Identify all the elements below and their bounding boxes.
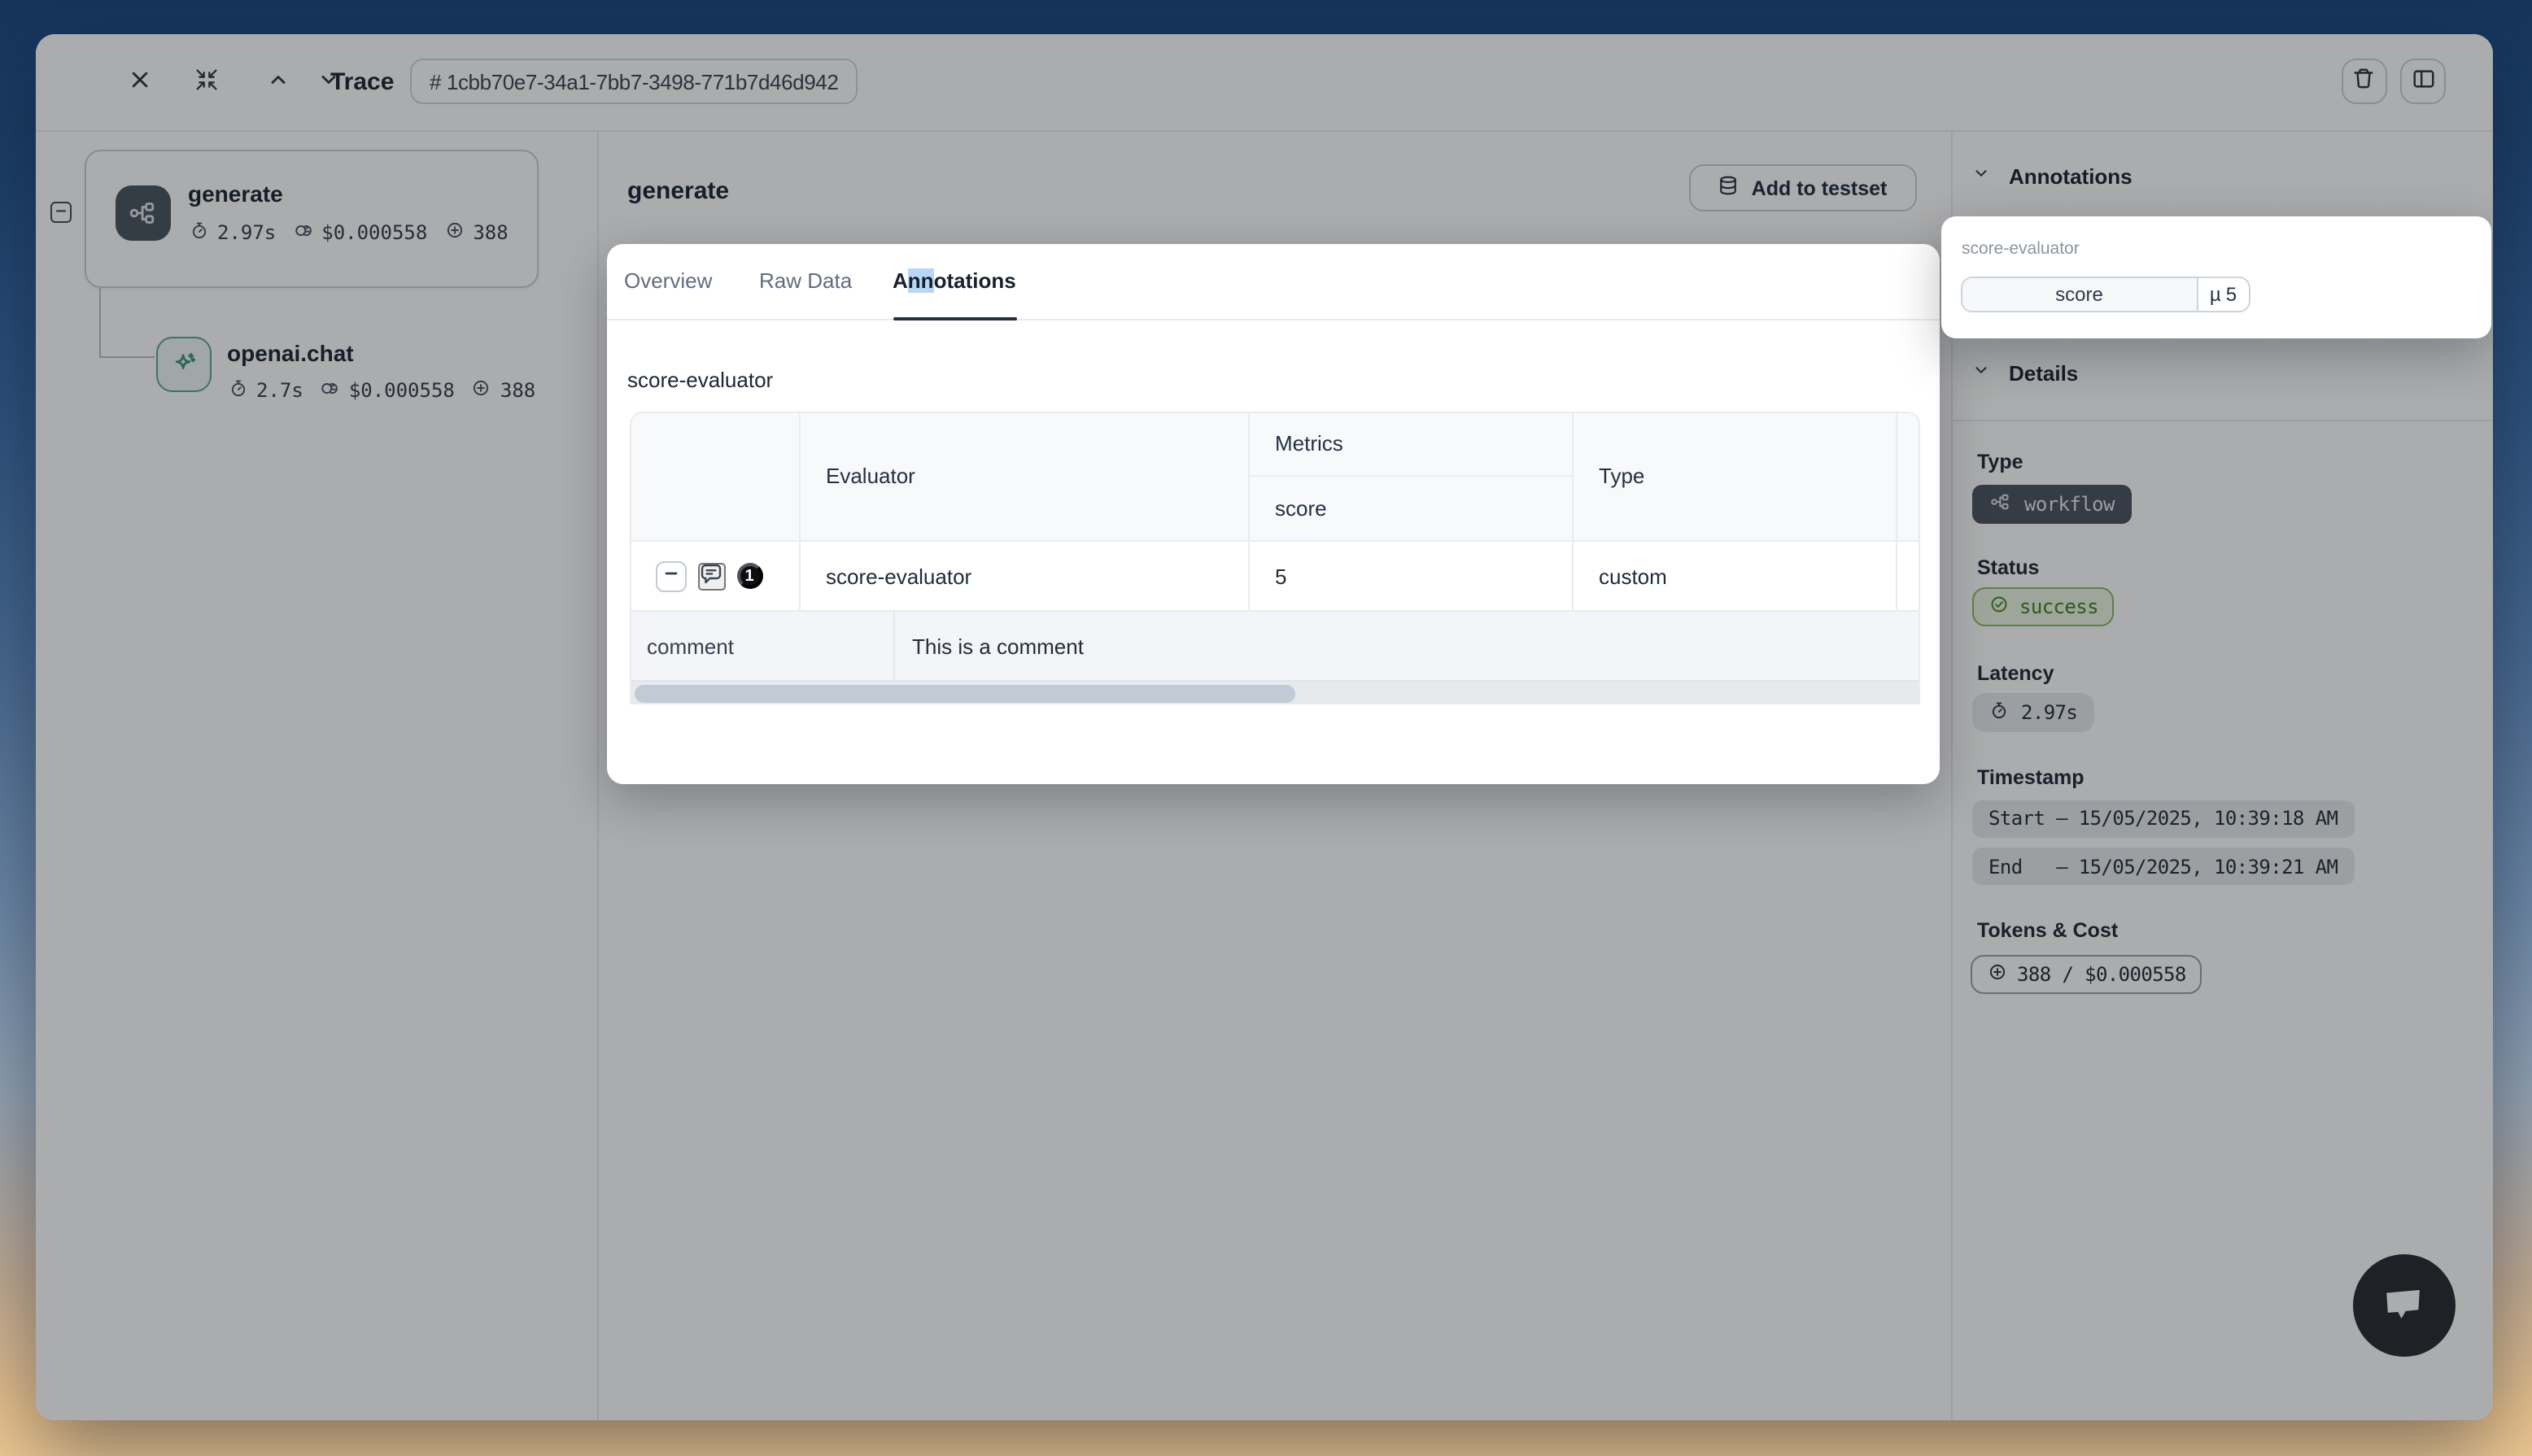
metric-score-chip[interactable]: score µ5 [1961, 277, 2250, 312]
comment-value-cell: This is a comment [894, 612, 1918, 680]
row-tools-cell: 1 [631, 542, 800, 610]
table-row: 1 score-evaluator 5 custom [631, 540, 1918, 610]
table-header: Evaluator Metrics Type score [631, 412, 1918, 540]
active-tab-indicator [893, 316, 1016, 320]
annotation-result-card: score-evaluator score µ5 [1941, 216, 2491, 338]
header-cell-metrics: Metrics [1249, 412, 1573, 477]
header-cell-metric-score: score [1249, 477, 1573, 540]
app-background: Trace # 1cbb70e7-34a1-7bb7-3498-771b7d46… [0, 0, 2532, 1456]
horizontal-scrollbar-thumb[interactable] [634, 686, 1294, 703]
annotations-table: Evaluator Metrics Type score 1 [629, 411, 1919, 704]
annotations-tab-card: Overview Raw Data Annotations score-eval… [606, 244, 1939, 783]
comment-icon [698, 560, 724, 591]
row-overflow-cell [1897, 542, 1918, 610]
tab-annotations[interactable]: Annotations [893, 268, 1016, 293]
tab-annotations-text: otations [934, 268, 1016, 293]
tab-bar: Overview Raw Data Annotations [606, 244, 1939, 320]
header-cell-overflow [1897, 412, 1918, 540]
horizontal-scrollbar-track[interactable] [631, 680, 1918, 704]
comment-key-cell: comment [631, 612, 894, 680]
row-collapse-button[interactable] [655, 560, 686, 591]
comment-button[interactable] [697, 562, 725, 590]
evaluator-section-title: score-evaluator [627, 368, 773, 392]
annotation-evaluator-label: score-evaluator [1962, 239, 2080, 259]
tab-annotations-text: A [893, 268, 908, 293]
tab-raw-data[interactable]: Raw Data [759, 268, 852, 293]
metric-name: score [1962, 278, 2198, 311]
tab-annotations-selected-text: nn [908, 268, 934, 293]
header-cell-type: Type [1573, 412, 1897, 540]
minus-icon [661, 564, 679, 588]
mean-symbol: µ [2210, 283, 2221, 306]
trace-modal: Trace # 1cbb70e7-34a1-7bb7-3498-771b7d46… [36, 34, 2493, 1420]
row-score-cell: 5 [1249, 542, 1573, 610]
tab-overview[interactable]: Overview [624, 268, 712, 293]
header-cell-tools [631, 412, 800, 540]
comment-row: comment This is a comment [631, 610, 1918, 680]
header-cell-evaluator: Evaluator [800, 412, 1249, 540]
row-type-cell: custom [1573, 542, 1897, 610]
row-evaluator-cell: score-evaluator [800, 542, 1249, 610]
metric-value: 5 [2226, 283, 2237, 306]
comment-count-badge[interactable]: 1 [736, 563, 762, 589]
